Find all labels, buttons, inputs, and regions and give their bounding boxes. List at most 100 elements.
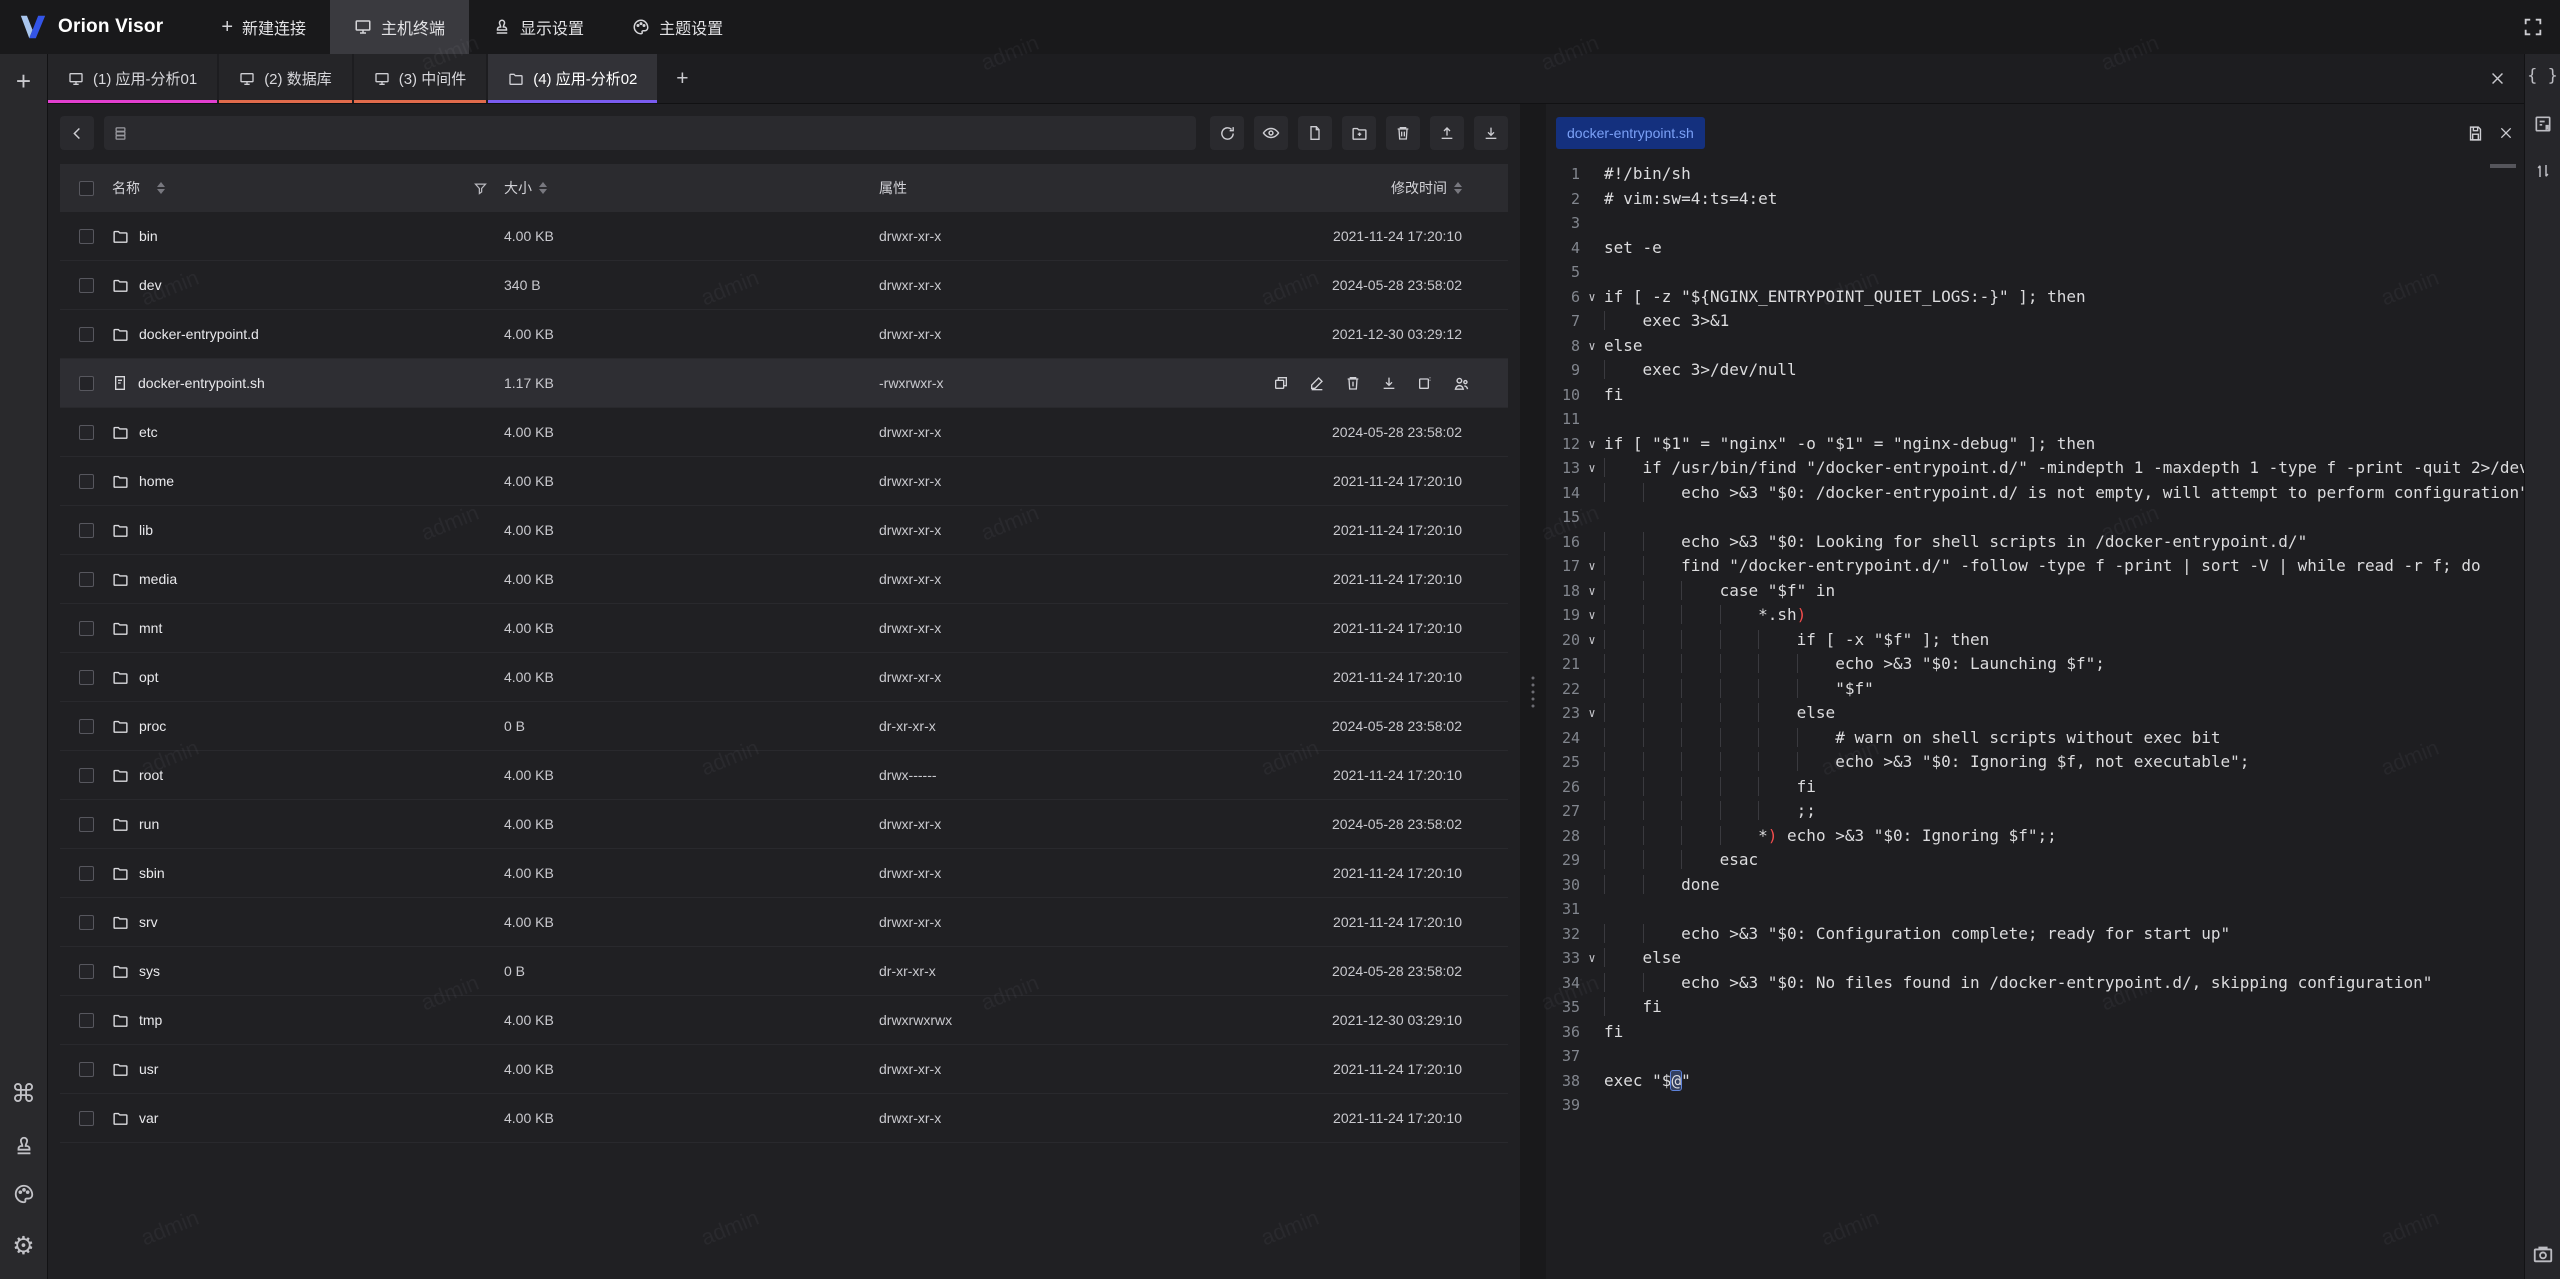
fold-chevron-icon[interactable]: ∨ — [1580, 628, 1604, 653]
table-row[interactable]: lib 4.00 KB drwxr-xr-x 2021-11-24 17:20:… — [60, 506, 1508, 555]
delete-icon[interactable] — [1345, 375, 1361, 392]
stamp-icon[interactable] — [13, 1135, 35, 1157]
table-row[interactable]: var 4.00 KB drwxr-xr-x 2021-11-24 17:20:… — [60, 1094, 1508, 1143]
file-name[interactable]: proc — [139, 718, 166, 734]
command-icon[interactable]: ⌘ — [11, 1079, 36, 1109]
code-line[interactable]: 5 — [1546, 260, 2524, 285]
row-checkbox[interactable] — [79, 964, 94, 979]
table-row[interactable]: bin 4.00 KB drwxr-xr-x 2021-11-24 17:20:… — [60, 212, 1508, 261]
code-line[interactable]: 3 — [1546, 211, 2524, 236]
row-checkbox[interactable] — [79, 474, 94, 489]
fold-chevron-icon[interactable]: ∨ — [1580, 554, 1604, 579]
fold-chevron-icon[interactable]: ∨ — [1580, 603, 1604, 628]
move-icon[interactable] — [1417, 375, 1433, 392]
table-row[interactable]: srv 4.00 KB drwxr-xr-x 2021-11-24 17:20:… — [60, 898, 1508, 947]
file-name[interactable]: mnt — [139, 620, 162, 636]
nav-item-host-terminal[interactable]: 主机终端 — [330, 0, 469, 54]
editor-file-chip[interactable]: docker-entrypoint.sh — [1556, 117, 1705, 149]
code-line[interactable]: 39 — [1546, 1093, 2524, 1118]
gear-icon[interactable]: ⚙ — [12, 1231, 34, 1261]
code-line[interactable]: 15 — [1546, 505, 2524, 530]
code-line[interactable]: 6∨if [ -z "${NGINX_ENTRYPOINT_QUIET_LOGS… — [1546, 285, 2524, 310]
code-line[interactable]: 11 — [1546, 407, 2524, 432]
tab-database[interactable]: (2) 数据库 — [219, 54, 352, 103]
nav-item-theme-settings[interactable]: 主题设置 — [608, 0, 747, 54]
fold-chevron-icon[interactable]: ∨ — [1580, 579, 1604, 604]
code-line[interactable]: 18∨ case "$f" in — [1546, 579, 2524, 604]
code-line[interactable]: 20∨ if [ -x "$f" ]; then — [1546, 628, 2524, 653]
brand[interactable]: Orion Visor — [18, 12, 163, 42]
close-icon[interactable] — [2498, 125, 2514, 142]
line-sort-icon[interactable] — [2534, 162, 2552, 180]
new-file-button[interactable] — [1298, 116, 1332, 150]
braces-icon[interactable]: { } — [2527, 66, 2558, 86]
table-row[interactable]: tmp 4.00 KB drwxrwxrwx 2021-12-30 03:29:… — [60, 996, 1508, 1045]
code-line[interactable]: 36fi — [1546, 1020, 2524, 1045]
row-checkbox[interactable] — [79, 278, 94, 293]
fold-chevron-icon[interactable]: ∨ — [1580, 456, 1604, 481]
row-checkbox[interactable] — [79, 915, 94, 930]
code-line[interactable]: 2# vim:sw=4:ts=4:et — [1546, 187, 2524, 212]
save-icon[interactable] — [2467, 125, 2484, 142]
nav-item-new-connection[interactable]: + 新建连接 — [197, 0, 330, 54]
file-name[interactable]: etc — [139, 424, 158, 440]
sort-icon[interactable] — [1454, 182, 1462, 194]
table-row[interactable]: proc 0 B dr-xr-xr-x 2024-05-28 23:58:02 — [60, 702, 1508, 751]
table-row[interactable]: mnt 4.00 KB drwxr-xr-x 2021-11-24 17:20:… — [60, 604, 1508, 653]
sort-icon[interactable] — [157, 182, 165, 194]
code-line[interactable]: 34 echo >&3 "$0: No files found in /dock… — [1546, 971, 2524, 996]
code-line[interactable]: 31 — [1546, 897, 2524, 922]
fullscreen-icon[interactable] — [2522, 16, 2544, 38]
path-input[interactable] — [104, 116, 1196, 150]
download-button[interactable] — [1474, 116, 1508, 150]
column-header-size[interactable]: 大小 — [504, 178, 532, 198]
file-name[interactable]: sbin — [139, 865, 165, 881]
copy-icon[interactable] — [1273, 375, 1289, 392]
file-name[interactable]: bin — [139, 228, 158, 244]
code-editor[interactable]: 1#!/bin/sh2# vim:sw=4:ts=4:et34set -e56∨… — [1546, 162, 2524, 1279]
select-all-checkbox[interactable] — [79, 181, 94, 196]
palette-icon[interactable] — [13, 1183, 35, 1205]
file-name[interactable]: sys — [139, 963, 160, 979]
file-name[interactable]: tmp — [139, 1012, 162, 1028]
code-line[interactable]: 23∨ else — [1546, 701, 2524, 726]
new-folder-button[interactable] — [1342, 116, 1376, 150]
close-icon[interactable] — [2489, 70, 2506, 87]
row-checkbox[interactable] — [79, 768, 94, 783]
code-line[interactable]: 24 # warn on shell scripts without exec … — [1546, 726, 2524, 751]
file-name[interactable]: docker-entrypoint.sh — [138, 375, 265, 391]
fold-chevron-icon[interactable]: ∨ — [1580, 701, 1604, 726]
table-row[interactable]: run 4.00 KB drwxr-xr-x 2024-05-28 23:58:… — [60, 800, 1508, 849]
code-line[interactable]: 8∨else — [1546, 334, 2524, 359]
code-line[interactable]: 21 echo >&3 "$0: Launching $f"; — [1546, 652, 2524, 677]
tab-app-analysis-01[interactable]: (1) 应用-分析01 — [48, 54, 217, 103]
preview-button[interactable] — [1254, 116, 1288, 150]
code-line[interactable]: 1#!/bin/sh — [1546, 162, 2524, 187]
table-row[interactable]: media 4.00 KB drwxr-xr-x 2021-11-24 17:2… — [60, 555, 1508, 604]
code-line[interactable]: 32 echo >&3 "$0: Configuration complete;… — [1546, 922, 2524, 947]
fold-chevron-icon[interactable]: ∨ — [1580, 334, 1604, 359]
file-name[interactable]: docker-entrypoint.d — [139, 326, 259, 342]
tab-middleware[interactable]: (3) 中间件 — [354, 54, 487, 103]
back-button[interactable] — [60, 116, 94, 150]
table-row[interactable]: sys 0 B dr-xr-xr-x 2024-05-28 23:58:02 — [60, 947, 1508, 996]
code-line[interactable]: 14 echo >&3 "$0: /docker-entrypoint.d/ i… — [1546, 481, 2524, 506]
download-icon[interactable] — [1381, 375, 1397, 392]
row-checkbox[interactable] — [79, 1062, 94, 1077]
code-line[interactable]: 26 fi — [1546, 775, 2524, 800]
tab-app-analysis-02[interactable]: (4) 应用-分析02 — [488, 54, 657, 103]
fold-chevron-icon[interactable]: ∨ — [1580, 432, 1604, 457]
fold-chevron-icon[interactable]: ∨ — [1580, 285, 1604, 310]
row-checkbox[interactable] — [79, 572, 94, 587]
table-row[interactable]: docker-entrypoint.d 4.00 KB drwxr-xr-x 2… — [60, 310, 1508, 359]
code-line[interactable]: 29 esac — [1546, 848, 2524, 873]
code-line[interactable]: 12∨if [ "$1" = "nginx" -o "$1" = "nginx-… — [1546, 432, 2524, 457]
row-checkbox[interactable] — [79, 1013, 94, 1028]
sidebar-add-icon[interactable]: + — [16, 68, 31, 94]
file-name[interactable]: run — [139, 816, 159, 832]
filter-icon[interactable] — [473, 181, 488, 196]
file-name[interactable]: srv — [139, 914, 158, 930]
code-line[interactable]: 13∨ if /usr/bin/find "/docker-entrypoint… — [1546, 456, 2524, 481]
code-line[interactable]: 19∨ *.sh) — [1546, 603, 2524, 628]
delete-button[interactable] — [1386, 116, 1420, 150]
